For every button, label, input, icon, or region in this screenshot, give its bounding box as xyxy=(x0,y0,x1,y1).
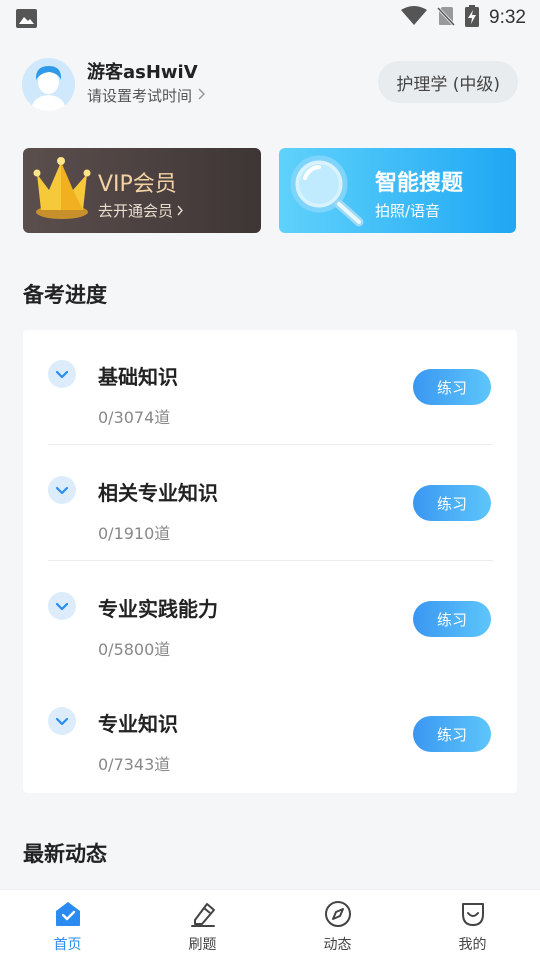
vip-card[interactable]: VIP会员 去开通会员 xyxy=(23,148,261,233)
wifi-icon xyxy=(401,6,428,30)
chevron-down-icon[interactable] xyxy=(48,360,76,388)
subject-name: 专业知识 xyxy=(98,712,178,736)
nav-label: 刷题 xyxy=(188,937,217,953)
subject-name: 相关专业知识 xyxy=(98,481,218,505)
question-count: 0/5800道 xyxy=(98,640,171,659)
no-sim-icon xyxy=(436,6,456,30)
subject-selector[interactable]: 护理学 (中级) xyxy=(378,61,518,103)
chevron-down-icon[interactable] xyxy=(48,592,76,620)
list-item: 相关专业知识 0/1910道 练习 xyxy=(23,446,517,561)
gallery-notification-icon xyxy=(16,8,37,28)
bottom-nav: 首页 刷题 动态 我的 xyxy=(0,889,540,960)
compass-icon xyxy=(323,899,353,929)
nav-item-profile[interactable]: 我的 xyxy=(405,890,540,960)
status-bar: 9:32 xyxy=(0,0,540,36)
nav-item-feed[interactable]: 动态 xyxy=(270,890,405,960)
list-item: 基础知识 0/3074道 练习 xyxy=(23,330,517,445)
vip-title: VIP会员 xyxy=(98,172,177,197)
practice-button[interactable]: 练习 xyxy=(413,716,491,752)
nav-item-home[interactable]: 首页 xyxy=(0,890,135,960)
question-count: 0/3074道 xyxy=(98,408,171,427)
chevron-down-icon[interactable] xyxy=(48,707,76,735)
magnifier-icon xyxy=(285,150,371,233)
vip-subtitle: 去开通会员 xyxy=(98,202,174,220)
smart-search-title: 智能搜题 xyxy=(375,171,464,196)
smart-search-card[interactable]: 智能搜题 拍照/语音 xyxy=(279,148,516,233)
divider xyxy=(48,444,493,445)
question-count: 0/1910道 xyxy=(98,524,171,543)
nav-label: 动态 xyxy=(323,937,352,953)
subject-name: 基础知识 xyxy=(98,365,178,389)
username: 游客asHwiV xyxy=(87,62,198,83)
vip-subtitle-row: 去开通会员 xyxy=(98,200,183,221)
profile-icon xyxy=(458,899,488,929)
chevron-right-icon xyxy=(177,202,183,220)
battery-charging-icon xyxy=(465,5,480,31)
progress-list: 基础知识 0/3074道 练习 相关专业知识 0/1910道 练习 专业实践能力… xyxy=(23,330,517,793)
subject-name: 专业实践能力 xyxy=(98,597,218,621)
news-section-title: 最新动态 xyxy=(23,842,107,866)
practice-button[interactable]: 练习 xyxy=(413,485,491,521)
profile-header: 游客asHwiV 请设置考试时间 护理学 (中级) xyxy=(22,56,518,112)
list-item: 专业知识 0/7343道 练习 xyxy=(23,677,517,792)
pencil-icon xyxy=(188,899,218,929)
crown-icon xyxy=(31,154,93,228)
clock: 9:32 xyxy=(489,7,526,28)
progress-section-title: 备考进度 xyxy=(23,283,107,307)
home-icon xyxy=(53,899,83,929)
smart-search-subtitle: 拍照/语音 xyxy=(375,202,441,220)
avatar[interactable] xyxy=(22,57,75,111)
nav-label: 我的 xyxy=(458,937,487,953)
exam-time-link[interactable]: 请设置考试时间 xyxy=(87,85,206,107)
nav-label: 首页 xyxy=(53,937,82,953)
exam-time-label: 请设置考试时间 xyxy=(87,87,193,105)
nav-item-practice[interactable]: 刷题 xyxy=(135,890,270,960)
chevron-down-icon[interactable] xyxy=(48,476,76,504)
question-count: 0/7343道 xyxy=(98,755,171,774)
list-item: 专业实践能力 0/5800道 练习 xyxy=(23,562,517,677)
chevron-right-icon xyxy=(198,85,206,107)
divider xyxy=(48,560,493,561)
practice-button[interactable]: 练习 xyxy=(413,369,491,405)
practice-button[interactable]: 练习 xyxy=(413,601,491,637)
